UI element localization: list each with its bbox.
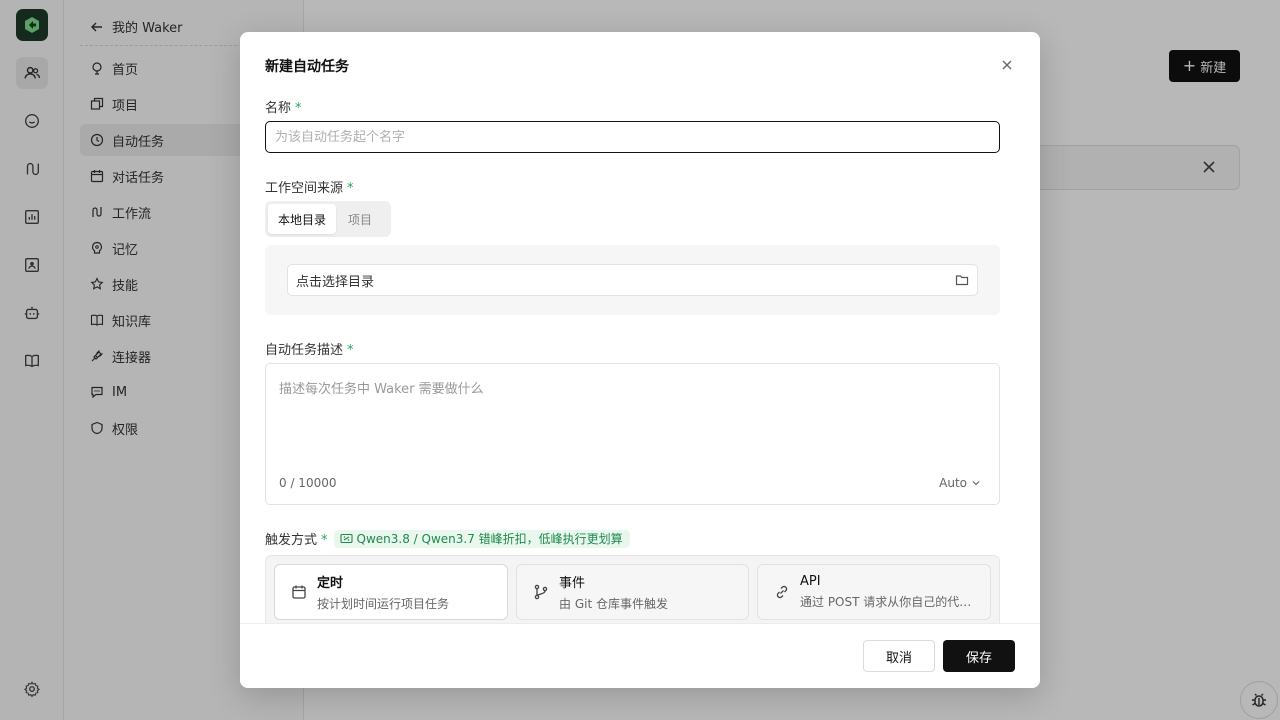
required-mark: * [347,343,354,358]
trigger-header: 触发方式 * Qwen3.8 / Qwen3.7 错峰折扣，低峰执行更划算 [265,529,630,548]
promo-text: Qwen3.8 / Qwen3.7 错峰折扣，低峰执行更划算 [356,532,623,546]
directory-placeholder: 点击选择目录 [296,274,375,290]
character-counter: 0 / 10000 [279,476,337,490]
workspace-option-project[interactable]: 项目 [338,204,382,234]
task-name-input[interactable] [265,121,1000,153]
description-placeholder: 描述每次任务中 Waker 需要做什么 [279,382,484,397]
model-selector-label: Auto [939,476,967,490]
close-icon [1002,60,1012,70]
dialog-close-button[interactable] [998,56,1016,74]
required-mark: * [347,181,354,196]
dialog-footer: 取消 保存 [240,623,1040,688]
trigger-option-subtitle: 由 Git 仓库事件触发 [559,597,668,611]
dialog-title: 新建自动任务 [265,59,349,75]
link-icon [776,585,788,599]
trigger-option-title: 事件 [559,576,586,591]
workspace-field-label: 工作空间来源 * [265,181,354,196]
trigger-option-schedule[interactable]: 定时 按计划时间运行项目任务 [274,564,508,620]
required-mark: * [321,533,328,548]
promo-badge: Qwen3.8 / Qwen3.7 错峰折扣，低峰执行更划算 [333,529,630,548]
trigger-field-label: 触发方式 * [265,533,328,548]
directory-picker[interactable]: 点击选择目录 [287,264,978,296]
trigger-option-title: API [800,574,821,589]
trigger-option-title: 定时 [317,576,344,591]
trigger-option-event[interactable]: 事件 由 Git 仓库事件触发 [516,564,749,620]
new-auto-task-dialog: 新建自动任务 名称* 工作空间来源* 本地目录 项目 点击选择目录 自动任务描述… [240,32,1040,688]
trigger-option-subtitle: 通过 POST 请求从你自己的代码中触发 [800,595,972,609]
trigger-option-subtitle: 按计划时间运行项目任务 [317,597,450,611]
save-button[interactable]: 保存 [943,640,1015,672]
cancel-button[interactable]: 取消 [863,640,935,672]
git-branch-icon [534,584,548,600]
folder-icon [955,275,969,286]
task-description-textarea[interactable]: 描述每次任务中 Waker 需要做什么 0 / 10000 Auto [265,363,1000,505]
required-mark: * [295,101,302,116]
trigger-option-api[interactable]: API 通过 POST 请求从你自己的代码中触发 [757,564,991,620]
trigger-options: 定时 按计划时间运行项目任务 事件 由 Git 仓库事件触发 API 通过 PO… [265,555,1000,630]
workspace-source-toggle: 本地目录 项目 [265,201,391,237]
directory-panel: 点击选择目录 [265,245,1000,315]
workspace-option-local-dir[interactable]: 本地目录 [268,204,337,234]
model-selector[interactable]: Auto [939,476,981,490]
description-field-label: 自动任务描述 * [265,343,354,358]
calendar-icon [292,585,306,599]
discount-icon [339,533,353,544]
name-field-label: 名称 * [265,101,302,116]
chevron-down-icon [972,481,980,486]
